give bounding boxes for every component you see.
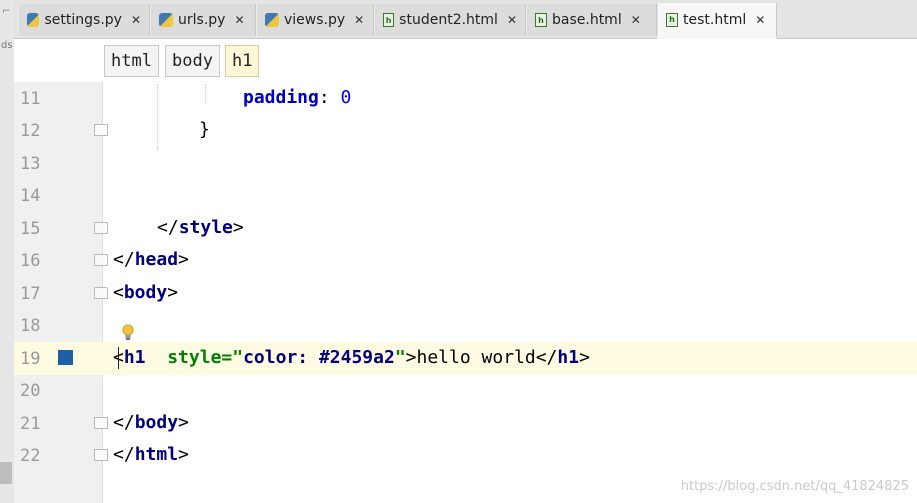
text-cursor <box>118 347 127 369</box>
breadcrumb: html body h1 <box>14 39 917 83</box>
code-line-11: padding: 0 <box>243 87 351 108</box>
collapse-icon[interactable]: ⌐ <box>2 6 10 17</box>
line-number: 18 <box>20 316 41 336</box>
html-file-icon: h <box>535 13 547 27</box>
text-content: hello world <box>416 347 536 368</box>
fold-marker-icon[interactable] <box>94 222 108 234</box>
editor-tab-bar: settings.py ✕ urls.py ✕ views.py ✕ h stu… <box>14 0 917 39</box>
tag-bracket: > <box>178 412 189 433</box>
side-panel-edge: ds <box>1 40 13 51</box>
code-line-22: </html> <box>113 444 189 465</box>
tag-name: style <box>178 217 233 238</box>
side-scrollbar[interactable] <box>0 462 12 484</box>
tag-bracket: </ <box>157 217 179 238</box>
line-number: 20 <box>20 381 41 401</box>
tab-test-html[interactable]: h test.html ✕ <box>657 3 777 39</box>
tag-bracket: > <box>579 347 590 368</box>
tag-bracket: > <box>232 217 244 238</box>
html-file-icon: h <box>383 13 395 27</box>
python-file-icon <box>159 13 173 27</box>
line-number: 22 <box>20 446 41 466</box>
tab-student2-html[interactable]: h student2.html ✕ <box>374 4 526 36</box>
tag-name: body <box>123 282 168 303</box>
fold-marker-icon[interactable] <box>94 449 108 461</box>
closing-brace: } <box>199 119 210 140</box>
close-icon[interactable]: ✕ <box>755 13 765 27</box>
watermark: https://blog.csdn.net/qq_41824825 <box>680 479 909 494</box>
breadcrumb-body[interactable]: body <box>165 45 220 77</box>
close-icon[interactable]: ✕ <box>234 13 244 27</box>
close-icon[interactable]: ✕ <box>631 13 641 27</box>
tab-label: test.html <box>683 11 747 28</box>
tag-bracket: </ <box>113 444 135 465</box>
line-number: 21 <box>20 414 41 434</box>
tag-name: head <box>134 249 179 270</box>
fold-marker-icon[interactable] <box>94 254 108 266</box>
close-icon[interactable]: ✕ <box>507 13 517 27</box>
tab-base-html[interactable]: h base.html ✕ <box>526 4 657 36</box>
tag-bracket: > <box>167 282 179 303</box>
tab-label: views.py <box>284 12 346 28</box>
code-line-16: </head> <box>113 249 189 270</box>
code-editor[interactable] <box>103 82 917 503</box>
line-number: 14 <box>20 186 41 206</box>
code-line-19: <h1 style="color: #2459a2">hello world</… <box>113 347 590 368</box>
tag-name: html <box>134 444 179 465</box>
indent-guide <box>157 84 158 150</box>
css-colon: : <box>318 87 341 108</box>
tag-bracket: > <box>178 444 189 465</box>
tag-name: body <box>134 412 179 433</box>
tag-bracket: </ <box>113 249 135 270</box>
attribute-value: color: #2459a2 <box>243 347 395 368</box>
indent-guide <box>205 84 206 104</box>
tag-bracket: > <box>178 249 189 270</box>
code-line-12: } <box>199 119 210 140</box>
line-number: 17 <box>20 284 41 304</box>
fold-marker-icon[interactable] <box>94 417 108 429</box>
close-icon[interactable]: ✕ <box>131 13 141 27</box>
tag-name: h1 <box>123 347 146 368</box>
css-property: padding <box>243 87 319 108</box>
bookmark-icon[interactable] <box>58 350 73 365</box>
tab-label: base.html <box>552 12 622 28</box>
tab-label: urls.py <box>178 12 226 28</box>
tab-label: settings.py <box>44 12 122 28</box>
tag-name: h1 <box>557 347 580 368</box>
line-number: 16 <box>20 251 41 271</box>
python-file-icon <box>265 13 279 27</box>
code-line-21: </body> <box>113 412 189 433</box>
fold-marker-icon[interactable] <box>94 287 108 299</box>
tab-label: student2.html <box>399 12 498 28</box>
lightbulb-icon[interactable] <box>122 324 134 341</box>
line-number: 15 <box>20 219 41 239</box>
tag-bracket: > <box>405 347 417 368</box>
python-file-icon <box>27 13 40 27</box>
tag-bracket: < <box>113 282 124 303</box>
tag-bracket: </ <box>113 412 135 433</box>
fold-marker-icon[interactable] <box>94 124 108 136</box>
line-number: 19 <box>20 349 41 369</box>
breadcrumb-h1[interactable]: h1 <box>225 45 260 77</box>
tab-urls-py[interactable]: urls.py ✕ <box>150 4 256 36</box>
quote: " <box>394 347 406 368</box>
close-icon[interactable]: ✕ <box>354 13 364 27</box>
breadcrumb-html[interactable]: html <box>104 45 159 77</box>
code-line-17: <body> <box>113 282 178 303</box>
tab-settings-py[interactable]: settings.py ✕ <box>18 4 150 36</box>
tag-bracket: </ <box>535 347 558 368</box>
line-number: 11 <box>20 89 41 109</box>
code-line-15: </style> <box>157 217 244 238</box>
quote: " <box>232 347 244 368</box>
line-number: 12 <box>20 121 41 141</box>
css-value: 0 <box>340 87 352 108</box>
left-tool-strip: ⌐ ds <box>0 0 15 503</box>
tab-views-py[interactable]: views.py ✕ <box>256 4 374 36</box>
html-file-icon: h <box>666 12 678 27</box>
line-number: 13 <box>20 154 41 174</box>
attribute-name: style= <box>167 347 233 368</box>
